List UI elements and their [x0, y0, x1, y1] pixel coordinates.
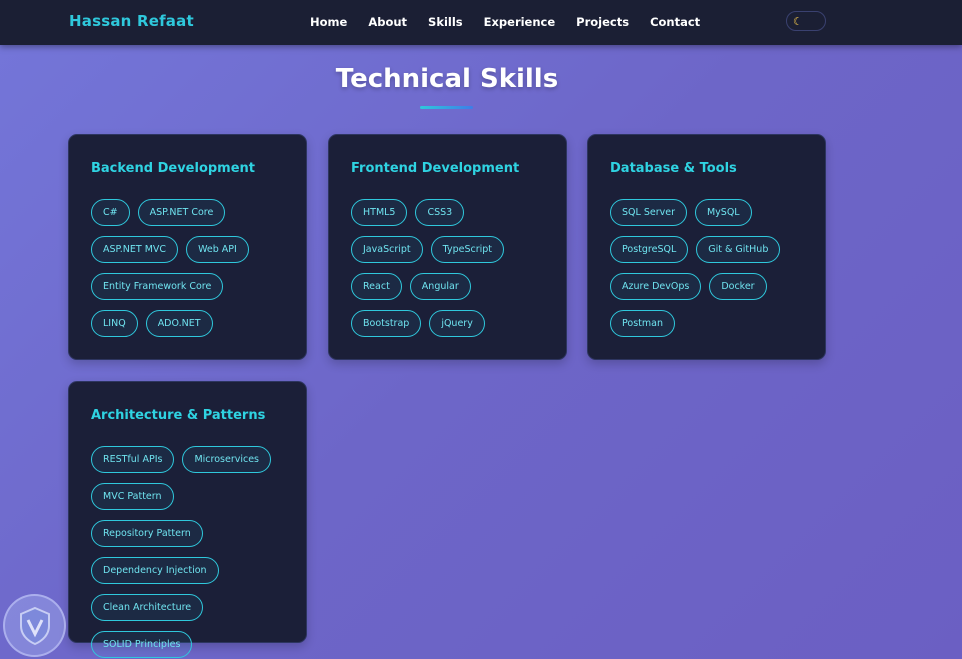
skill-tags: C# ASP.NET Core ASP.NET MVC Web API Enti… — [91, 199, 284, 347]
skill-card-backend: Backend Development C# ASP.NET Core ASP.… — [68, 134, 307, 360]
skill-tag[interactable]: Git & GitHub — [696, 236, 781, 263]
nav-link-about[interactable]: About — [368, 15, 407, 29]
skill-tag[interactable]: TypeScript — [430, 236, 504, 263]
skill-tag[interactable]: React — [351, 273, 402, 300]
skill-tag[interactable]: SOLID Principles — [91, 631, 193, 658]
skill-tag[interactable]: ADO.NET — [145, 310, 213, 337]
card-title: Database & Tools — [610, 161, 737, 176]
skill-tags: RESTful APIs Microservices MVC Pattern R… — [91, 446, 284, 659]
title-underline — [420, 106, 473, 109]
skill-tag[interactable]: Bootstrap — [351, 310, 422, 337]
skill-tag[interactable]: Postman — [610, 310, 675, 337]
skill-tag[interactable]: Dependency Injection — [91, 557, 219, 584]
skill-tag[interactable]: RESTful APIs — [91, 446, 175, 473]
section-title: Technical Skills — [335, 64, 559, 94]
skill-tag[interactable]: HTML5 — [351, 199, 408, 226]
nav-link-projects[interactable]: Projects — [576, 15, 629, 29]
skill-tag[interactable]: ASP.NET MVC — [91, 236, 179, 263]
card-title: Frontend Development — [351, 161, 520, 176]
skill-tag[interactable]: Web API — [186, 236, 249, 263]
nav-link-experience[interactable]: Experience — [484, 15, 556, 29]
nav-link-skills[interactable]: Skills — [428, 15, 463, 29]
skill-card-frontend: Frontend Development HTML5 CSS3 JavaScri… — [328, 134, 567, 360]
skill-tag[interactable]: jQuery — [429, 310, 485, 337]
skill-tag[interactable]: Docker — [709, 273, 767, 300]
skill-tag[interactable]: Entity Framework Core — [91, 273, 224, 300]
skill-tag[interactable]: Angular — [409, 273, 471, 300]
card-title: Architecture & Patterns — [91, 408, 266, 423]
brand-logo-text[interactable]: Hassan Refaat — [69, 12, 194, 30]
navbar: Hassan Refaat Home About Skills Experien… — [0, 0, 962, 45]
nav-links: Home About Skills Experience Projects Co… — [310, 15, 721, 29]
skill-tag[interactable]: MVC Pattern — [91, 483, 174, 510]
skill-card-database-tools: Database & Tools SQL Server MySQL Postgr… — [587, 134, 826, 360]
skill-tags: SQL Server MySQL PostgreSQL Git & GitHub… — [610, 199, 803, 347]
skill-tag[interactable]: CSS3 — [415, 199, 465, 226]
nav-link-home[interactable]: Home — [310, 15, 347, 29]
skill-card-architecture: Architecture & Patterns RESTful APIs Mic… — [68, 381, 307, 658]
moon-icon: ☾ — [793, 14, 803, 28]
nav-link-contact[interactable]: Contact — [650, 15, 700, 29]
skill-tag[interactable]: Repository Pattern — [91, 520, 203, 547]
skill-tag[interactable]: MySQL — [694, 199, 752, 226]
skill-tag[interactable]: JavaScript — [351, 236, 423, 263]
watermark-shield-logo — [3, 594, 66, 657]
theme-toggle-button[interactable]: ☾ — [786, 11, 826, 31]
skill-tag[interactable]: LINQ — [91, 310, 138, 337]
skill-tag[interactable]: C# — [91, 199, 130, 226]
skill-tag[interactable]: PostgreSQL — [610, 236, 689, 263]
skill-tag[interactable]: Azure DevOps — [610, 273, 702, 300]
shield-icon — [20, 606, 50, 646]
card-title: Backend Development — [91, 161, 256, 176]
skill-tags: HTML5 CSS3 JavaScript TypeScript React A… — [351, 199, 544, 347]
skill-tag[interactable]: Clean Architecture — [91, 594, 204, 621]
skill-tag[interactable]: ASP.NET Core — [137, 199, 226, 226]
skill-tag[interactable]: SQL Server — [610, 199, 687, 226]
skill-tag[interactable]: Microservices — [182, 446, 272, 473]
